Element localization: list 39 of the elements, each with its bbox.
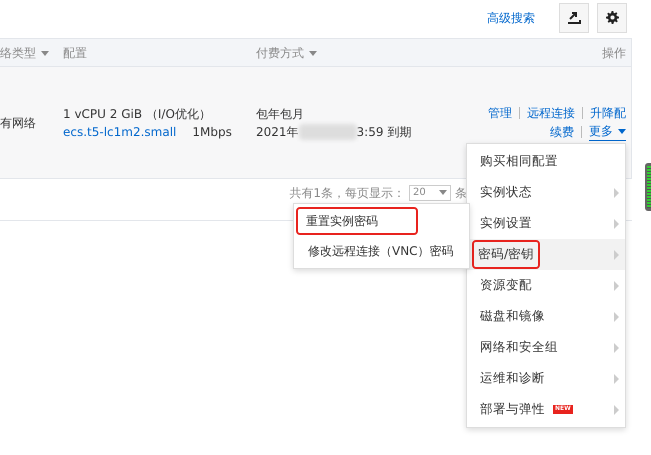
menu-item[interactable]: 网络和安全组 xyxy=(467,332,625,363)
submenu-arrow-icon xyxy=(614,250,619,260)
instance-type-link[interactable]: ecs.t5-lc1m2.small xyxy=(63,122,176,140)
settings-button[interactable] xyxy=(597,2,627,32)
submenu-arrow-icon xyxy=(614,280,619,290)
table-cell-text: 1 vCPU 2 GiB （I/O优化） xyxy=(63,106,212,122)
submenu-arrow-icon xyxy=(614,374,619,384)
submenu-item[interactable]: 重置实例密码 xyxy=(294,206,469,236)
redaction-blur xyxy=(298,124,357,140)
menu-item[interactable]: 磁盘和镜像 xyxy=(467,301,625,332)
submenu-item[interactable]: 修改远程连接（VNC）密码 xyxy=(294,236,469,266)
menu-item[interactable]: 运维和诊断 xyxy=(467,363,625,394)
menu-item[interactable]: 资源变配 xyxy=(467,270,625,301)
table-cell-text: 1Mbps xyxy=(192,124,232,140)
export-icon xyxy=(567,11,581,24)
advanced-search-link[interactable]: 高级搜索 xyxy=(487,8,535,26)
action-link[interactable]: 远程连接 xyxy=(527,104,575,122)
page-size-select[interactable]: 20 xyxy=(409,184,451,200)
column-header: 操作 xyxy=(602,46,626,60)
submenu-arrow-icon xyxy=(614,188,619,198)
settings-icon xyxy=(606,11,618,24)
menu-item[interactable]: 密码/密钥 xyxy=(467,239,625,270)
submenu-arrow-icon xyxy=(614,218,619,228)
table-cell-text: 包年包月 xyxy=(256,106,305,122)
submenu-arrow-icon xyxy=(614,404,619,414)
table-cell-text: 3:59 到期 xyxy=(356,124,412,140)
more-dropdown[interactable]: 更多 xyxy=(589,122,626,141)
table-cell-text: 2021年 xyxy=(256,124,299,140)
action-link[interactable]: 管理 xyxy=(488,104,512,122)
export-button[interactable] xyxy=(559,2,589,32)
action-link[interactable]: 升降配 xyxy=(590,104,626,122)
submenu-arrow-icon xyxy=(614,312,619,322)
submenu-arrow-icon xyxy=(614,342,619,352)
action-link[interactable]: 续费 xyxy=(550,122,574,140)
column-header: 配置 xyxy=(63,46,87,60)
pagination-unit: 条 xyxy=(455,184,467,202)
menu-item[interactable]: 购买相同配置 xyxy=(467,146,625,177)
table-cell: 有网络 xyxy=(0,116,36,130)
pagination-summary: 共有1条，每页显示： xyxy=(289,184,405,202)
